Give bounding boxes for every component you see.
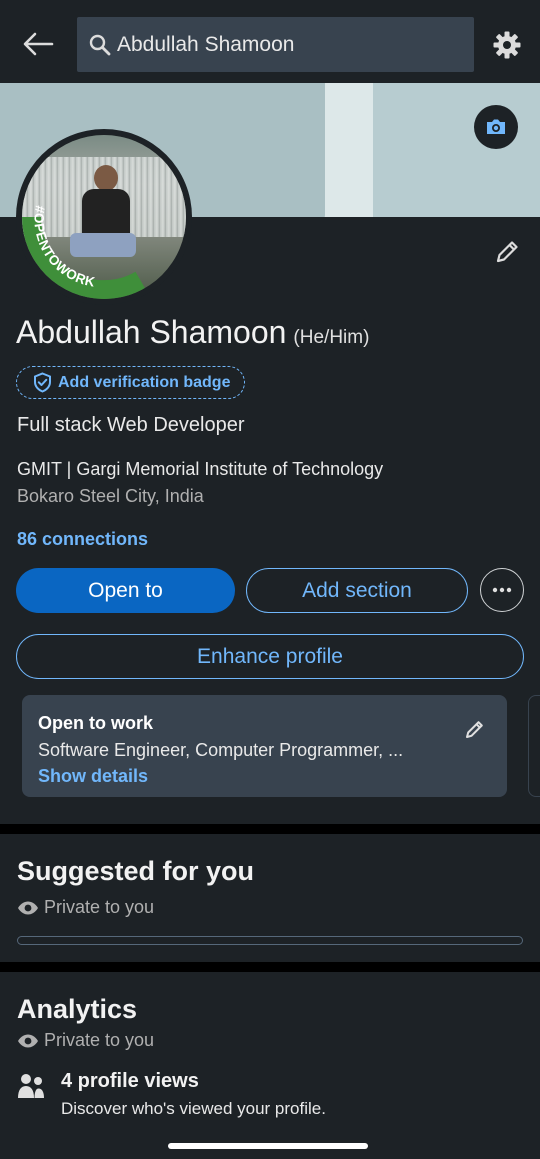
open-to-work-card[interactable]: Open to work Software Engineer, Computer… bbox=[22, 695, 507, 797]
profile-name: Abdullah Shamoon bbox=[16, 314, 287, 350]
people-icon bbox=[18, 1074, 44, 1098]
shield-check-icon bbox=[34, 372, 51, 393]
section-divider bbox=[0, 962, 540, 972]
back-arrow-icon bbox=[23, 32, 54, 56]
profile-pronouns: (He/Him) bbox=[293, 327, 370, 348]
settings-button[interactable] bbox=[490, 28, 524, 62]
top-bar: Abdullah Shamoon bbox=[0, 0, 540, 83]
banner-stripe bbox=[325, 83, 373, 217]
analytics-visibility-text: Private to you bbox=[44, 1030, 155, 1050]
name-row: Abdullah Shamoon (He/Him) bbox=[16, 314, 369, 351]
connections-link[interactable]: 86 connections bbox=[17, 529, 148, 550]
section-divider bbox=[0, 824, 540, 834]
edit-open-to-work-button[interactable] bbox=[462, 716, 488, 742]
camera-icon bbox=[487, 119, 505, 134]
profile-photo[interactable]: #OPENTOWORK bbox=[16, 129, 192, 305]
analytics-title: Analytics bbox=[17, 994, 138, 1024]
open-to-work-roles: Software Engineer, Computer Programmer, … bbox=[38, 740, 404, 760]
back-button[interactable] bbox=[18, 26, 58, 62]
add-section-button[interactable]: Add section bbox=[246, 568, 468, 613]
eye-icon bbox=[18, 901, 38, 914]
profile-location: Bokaro Steel City, India bbox=[17, 486, 204, 506]
open-to-work-frame: #OPENTOWORK bbox=[22, 204, 149, 299]
verification-label: Add verification badge bbox=[58, 373, 231, 391]
profile-views-item[interactable]: 4 profile views Discover who's viewed yo… bbox=[17, 1070, 326, 1119]
suggestion-progress bbox=[17, 936, 523, 945]
pencil-icon bbox=[466, 721, 483, 738]
enhance-profile-button[interactable]: Enhance profile bbox=[16, 634, 524, 679]
open-to-work-title: Open to work bbox=[38, 713, 154, 733]
open-to-button[interactable]: Open to bbox=[16, 568, 235, 613]
show-details-link[interactable]: Show details bbox=[38, 766, 491, 787]
suggested-title: Suggested for you bbox=[17, 856, 255, 886]
suggested-visibility-text: Private to you bbox=[44, 897, 155, 917]
search-query: Abdullah Shamoon bbox=[117, 32, 295, 56]
eye-icon bbox=[18, 1034, 38, 1047]
profile-education[interactable]: GMIT | Gargi Memorial Institute of Techn… bbox=[17, 459, 383, 480]
search-icon bbox=[89, 34, 111, 55]
profile-views-count: 4 profile views bbox=[61, 1070, 199, 1092]
edit-banner-button[interactable] bbox=[474, 105, 518, 149]
profile-headline: Full stack Web Developer bbox=[17, 414, 245, 436]
home-indicator[interactable] bbox=[168, 1143, 368, 1149]
next-card-peek[interactable] bbox=[528, 695, 540, 797]
avatar: #OPENTOWORK bbox=[22, 135, 186, 299]
pencil-icon bbox=[496, 241, 518, 263]
gear-icon bbox=[493, 31, 521, 59]
profile-views-description: Discover who's viewed your profile. bbox=[61, 1099, 326, 1118]
edit-intro-button[interactable] bbox=[490, 237, 524, 267]
ellipsis-icon bbox=[492, 587, 512, 593]
suggested-visibility: Private to you bbox=[17, 897, 154, 918]
add-verification-badge-button[interactable]: Add verification badge bbox=[16, 366, 246, 399]
search-input[interactable]: Abdullah Shamoon bbox=[77, 17, 474, 72]
more-options-button[interactable] bbox=[480, 568, 524, 612]
analytics-visibility: Private to you bbox=[17, 1030, 154, 1051]
